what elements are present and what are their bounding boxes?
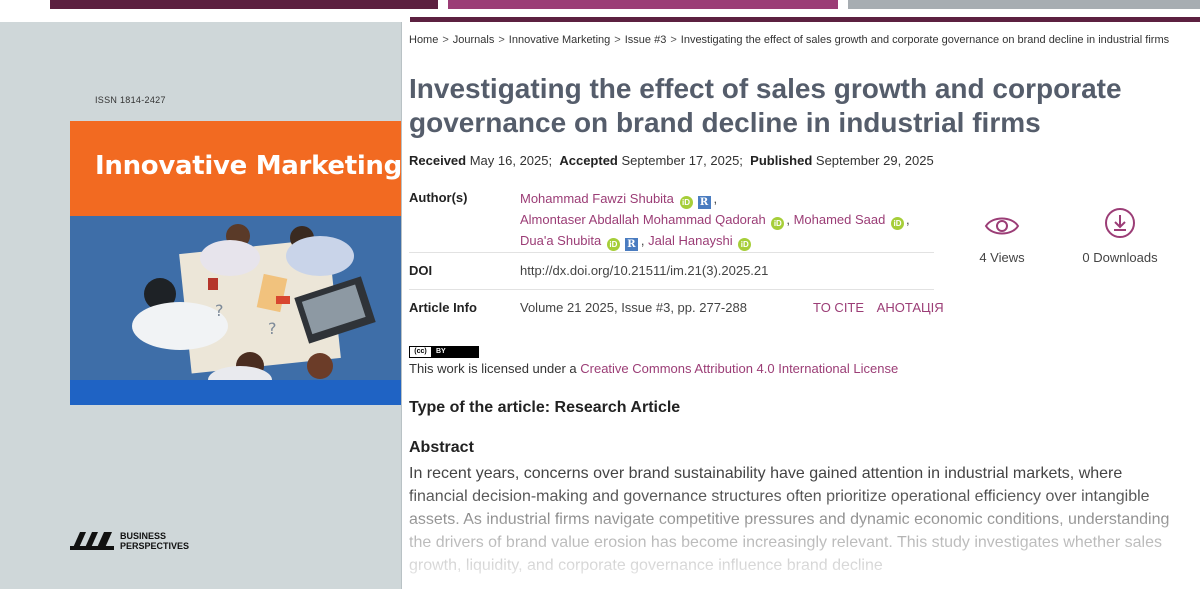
article-info-label: Article Info (409, 300, 477, 315)
views-stat: 4 Views (942, 212, 1062, 265)
article-type: Type of the article: Research Article (409, 399, 681, 416)
author-link[interactable]: Almontaser Abdallah Mohammad Qadorah (520, 212, 766, 227)
annotation-link[interactable]: АНОТАЦІЯ (877, 300, 944, 315)
authors-row: Author(s) Mohammad Fawzi Shubita iD R, Al… (409, 178, 934, 253)
license-link[interactable]: Creative Commons Attribution 4.0 Interna… (580, 361, 898, 376)
page-title: Investigating the effect of sales growth… (409, 73, 1122, 138)
breadcrumb-home[interactable]: Home (409, 34, 438, 46)
license-prefix: This work is licensed under a (409, 361, 581, 376)
eye-icon (984, 217, 1020, 235)
cc-badge-left: (cc) (410, 347, 432, 357)
publisher-logo: BUSINESS PERSPECTIVES (70, 530, 189, 552)
views-count: 4 Views (979, 250, 1025, 265)
author-link[interactable]: Jalal Hanayshi (648, 233, 733, 248)
download-icon (1105, 208, 1135, 238)
cover-title-band: Innovative Marketing (70, 121, 402, 216)
orcid-icon[interactable]: iD (771, 217, 785, 230)
article-dates: Received May 16, 2025; Accepted Septembe… (409, 153, 934, 168)
doi-row: DOI http://dx.doi.org/10.21511/im.21(3).… (409, 253, 934, 290)
orcid-icon[interactable]: iD (679, 196, 693, 209)
publisher-mark-icon (70, 532, 114, 550)
abstract-text: In recent years, concerns over brand sus… (409, 465, 1170, 574)
received-date: May 16, 2025; (469, 153, 553, 168)
cover-photo: ? ? (70, 216, 401, 380)
cc-license-badge[interactable]: (cc) BY (409, 346, 479, 358)
downloads-count: 0 Downloads (1082, 250, 1158, 265)
downloads-stat: 0 Downloads (1060, 208, 1180, 265)
author-link[interactable]: Mohammad Fawzi Shubita (520, 191, 674, 206)
breadcrumb: Home > Journals > Innovative Marketing > Issue… (409, 34, 1170, 46)
breadcrumb-issue[interactable]: Issue #3 (625, 34, 667, 46)
published-date: September 29, 2025 (815, 153, 934, 168)
breadcrumb-current: Investigating the effect of sales growth… (680, 34, 1170, 46)
to-cite-link[interactable]: TO CITE (813, 300, 864, 315)
doi-label: DOI (409, 263, 433, 278)
license-text: This work is licensed under a Creative C… (409, 361, 898, 376)
orcid-icon[interactable]: iD (606, 238, 620, 251)
received-label: Received (409, 153, 467, 168)
publisher-name-line1: BUSINESS (120, 531, 167, 541)
accepted-date: September 17, 2025; (621, 153, 743, 168)
author-link[interactable]: Mohamed Saad (794, 212, 886, 227)
orcid-icon[interactable]: iD (890, 217, 904, 230)
svg-text:?: ? (215, 301, 224, 320)
published-label: Published (750, 153, 813, 168)
doi-value[interactable]: http://dx.doi.org/10.21511/im.21(3).2025… (520, 263, 768, 278)
journal-cover[interactable]: ISSN 1814-2427 Innovative Marketing ? ? (0, 22, 402, 589)
cc-badge-right: BY (432, 347, 478, 357)
abstract-heading: Abstract (409, 439, 474, 456)
breadcrumb-journal[interactable]: Innovative Marketing (509, 34, 611, 46)
cover-title: Innovative Marketing (95, 151, 402, 181)
orcid-icon[interactable]: iD (738, 238, 752, 251)
article-info-row: Article Info Volume 21 2025, Issue #3, p… (409, 290, 944, 327)
authors-list: Mohammad Fawzi Shubita iD R, Almontaser A… (520, 191, 910, 251)
breadcrumb-journals[interactable]: Journals (453, 34, 495, 46)
article-info-value: Volume 21 2025, Issue #3, pp. 277-288 (520, 300, 747, 315)
cover-meeting-illustration: ? ? (70, 216, 401, 380)
article-links: TO CITE АНОТАЦІЯ (813, 300, 953, 315)
publisher-name-line2: PERSPECTIVES (120, 541, 190, 551)
researchgate-icon[interactable]: R (697, 196, 711, 209)
researchgate-icon[interactable]: R (624, 238, 638, 251)
svg-text:?: ? (268, 319, 277, 338)
accepted-label: Accepted (559, 153, 618, 168)
article-content: Home > Journals > Innovative Marketing > Issue… (409, 0, 1200, 589)
top-bar-1 (50, 0, 438, 9)
author-link[interactable]: Dua'a Shubita (520, 233, 601, 248)
cover-blue-band (70, 380, 401, 405)
cover-issn: ISSN 1814-2427 (95, 95, 166, 105)
authors-label: Author(s) (409, 190, 468, 205)
